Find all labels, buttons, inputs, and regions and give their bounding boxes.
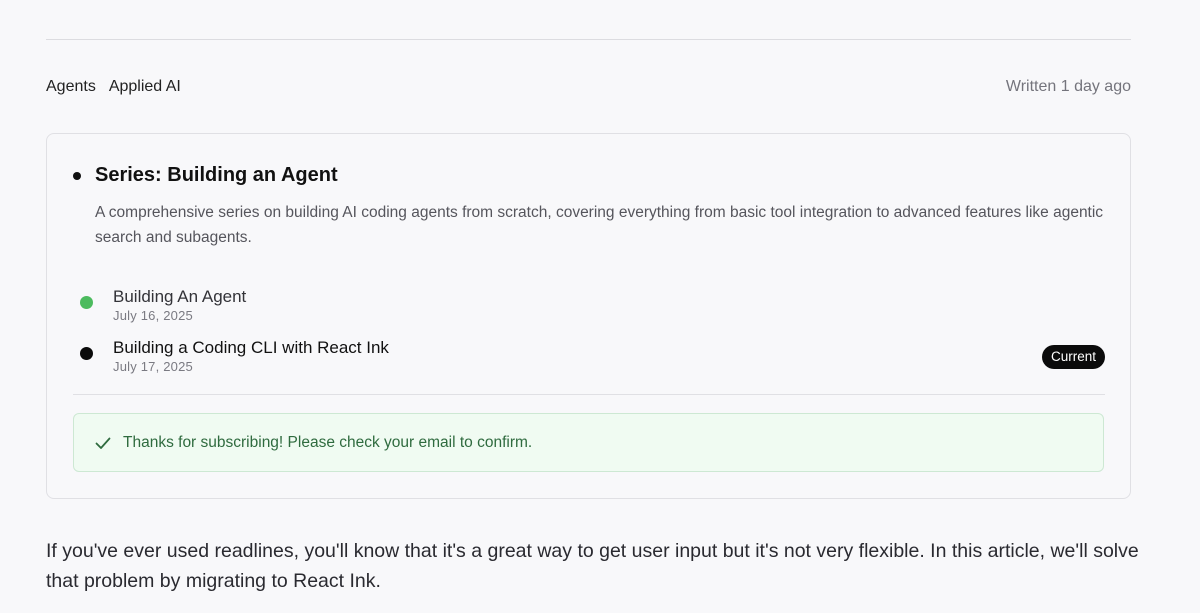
series-card: Series: Building an Agent A comprehensiv… [46, 133, 1131, 499]
series-title: Series: Building an Agent [95, 164, 338, 186]
post-title[interactable]: Building An Agent [113, 286, 246, 307]
post-title[interactable]: Building a Coding CLI with React Ink [113, 337, 389, 358]
status-dot-icon [80, 296, 93, 309]
post-date: July 17, 2025 [113, 359, 193, 374]
subscribe-success-message: Thanks for subscribing! Please check you… [123, 433, 533, 451]
article-meta: Agents Applied AI Written 1 day ago [46, 77, 1131, 97]
card-divider [73, 394, 1105, 395]
article-intro-paragraph: If you've ever used readlines, you'll kn… [46, 540, 1139, 592]
series-post-item-current[interactable]: Building a Coding CLI with React Ink Jul… [73, 337, 1105, 388]
article-page: Agents Applied AI Written 1 day ago Seri… [0, 0, 1200, 613]
post-date: July 16, 2025 [113, 308, 193, 323]
bullet-icon [73, 171, 81, 180]
series-post-item[interactable]: Building An Agent July 16, 2025 [73, 286, 1105, 337]
status-dot-icon [80, 347, 93, 360]
current-badge: Current [1041, 345, 1105, 369]
tag-list: Agents Applied AI [46, 78, 181, 96]
subscribe-success-banner: Thanks for subscribing! Please check you… [73, 413, 1104, 472]
series-post-list: Building An Agent July 16, 2025 Building… [73, 286, 1105, 388]
series-header: Series: Building an Agent [73, 164, 338, 187]
tag-applied-ai[interactable]: Applied AI [109, 78, 181, 96]
top-divider [46, 39, 1131, 40]
check-icon [94, 434, 112, 452]
tag-agents[interactable]: Agents [46, 78, 96, 96]
written-timestamp: Written 1 day ago [1005, 78, 1131, 95]
series-description: A comprehensive series on building AI co… [95, 204, 1104, 246]
